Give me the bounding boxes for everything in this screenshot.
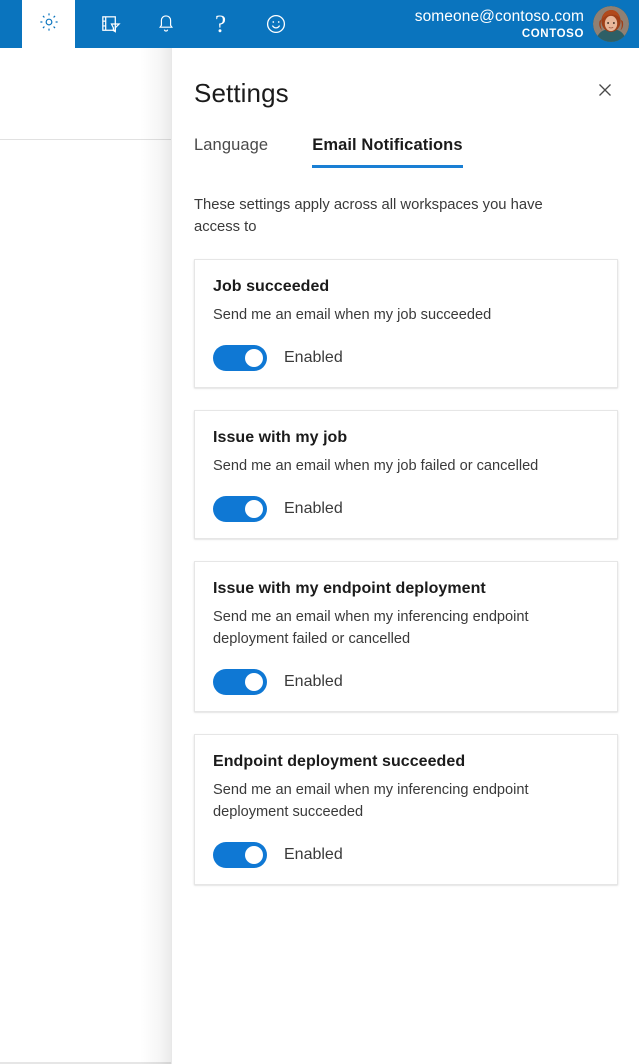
toggle-knob [245, 500, 263, 518]
bell-icon [155, 13, 177, 35]
card-description: Send me an email when my inferencing end… [213, 782, 529, 820]
close-button[interactable] [589, 76, 621, 108]
feedback-directory-icon [99, 13, 122, 36]
toggle-row: Enabled [213, 345, 599, 371]
panel-description: These settings apply across all workspac… [194, 197, 543, 235]
settings-gear-button[interactable] [22, 0, 75, 48]
card-description: Send me an email when my job failed or c… [213, 458, 539, 474]
header-icon-group: ? [75, 0, 303, 48]
help-button[interactable]: ? [193, 0, 248, 48]
toggle-knob [245, 846, 263, 864]
header-left-spacer [0, 0, 22, 48]
notification-toggle[interactable] [213, 345, 267, 371]
card-description: Send me an email when my job succeeded [213, 307, 492, 323]
notification-card: Issue with my job Send me an email when … [194, 410, 618, 539]
settings-flyout-panel: Settings Language Email Notifications Th… [171, 48, 639, 1064]
avatar[interactable] [593, 6, 629, 42]
toggle-row: Enabled [213, 669, 599, 695]
toggle-row: Enabled [213, 496, 599, 522]
card-title: Job succeeded [213, 278, 330, 295]
help-icon: ? [214, 10, 227, 38]
account-organization: CONTOSO [521, 27, 584, 40]
toggle-state-label: Enabled [284, 500, 343, 517]
notification-card: Endpoint deployment succeeded Send me an… [194, 734, 618, 885]
top-header-bar: ? someone@contoso.com CONTOSO [0, 0, 639, 48]
close-icon [595, 80, 615, 105]
notification-settings-list: Job succeeded Send me an email when my j… [194, 259, 618, 907]
panel-drop-shadow [140, 48, 172, 1064]
notification-card: Issue with my endpoint deployment Send m… [194, 561, 618, 712]
toggle-state-label: Enabled [284, 846, 343, 863]
notification-toggle[interactable] [213, 669, 267, 695]
gear-icon [38, 11, 60, 38]
tab-language[interactable]: Language [194, 136, 268, 168]
account-menu[interactable]: someone@contoso.com CONTOSO [415, 0, 639, 48]
notification-card: Job succeeded Send me an email when my j… [194, 259, 618, 388]
card-title: Issue with my job [213, 429, 348, 446]
page-title: Settings [194, 78, 289, 108]
account-text: someone@contoso.com CONTOSO [415, 8, 584, 41]
notification-toggle[interactable] [213, 496, 267, 522]
account-email: someone@contoso.com [414, 7, 584, 25]
notification-toggle[interactable] [213, 842, 267, 868]
card-title: Issue with my endpoint deployment [213, 580, 486, 597]
toggle-state-label: Enabled [284, 349, 343, 366]
directory-button[interactable] [83, 0, 138, 48]
notifications-button[interactable] [138, 0, 193, 48]
smiley-icon [264, 12, 288, 36]
toggle-knob [245, 673, 263, 691]
toggle-row: Enabled [213, 842, 599, 868]
toggle-state-label: Enabled [284, 673, 343, 690]
feedback-button[interactable] [248, 0, 303, 48]
tab-email-notifications[interactable]: Email Notifications [312, 136, 464, 168]
tab-list: Language Email Notifications [194, 136, 464, 168]
card-title: Endpoint deployment succeeded [213, 753, 466, 770]
toggle-knob [245, 349, 263, 367]
card-description: Send me an email when my inferencing end… [213, 609, 529, 647]
